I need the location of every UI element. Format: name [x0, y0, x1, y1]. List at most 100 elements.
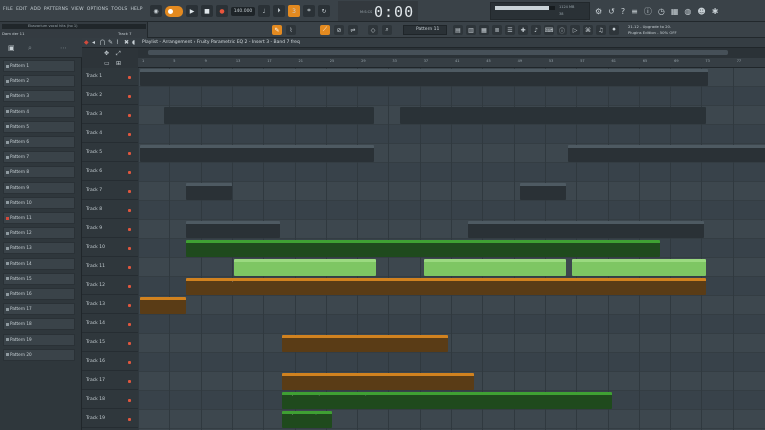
- pattern-list-item[interactable]: Pattern 2: [3, 75, 75, 88]
- wait-input-button[interactable]: ⏵: [273, 5, 285, 17]
- pattern-list-item[interactable]: Pattern 19: [3, 333, 75, 346]
- track-header[interactable]: Track 13: [82, 296, 138, 314]
- help-icon[interactable]: ?: [621, 7, 625, 16]
- settings-icon[interactable]: ✱: [712, 7, 719, 16]
- track-mute-led[interactable]: [128, 114, 131, 117]
- playlist-clip[interactable]: Pattern 6: [140, 145, 374, 162]
- playlist-clip[interactable]: Balance - Insert 3 - Volume: [282, 373, 474, 390]
- track-header[interactable]: Track 10: [82, 239, 138, 257]
- playlist-clip[interactable]: [164, 107, 374, 124]
- track-header[interactable]: Track 1: [82, 68, 138, 86]
- account-icon[interactable]: ☻: [697, 7, 705, 16]
- track-mute-led[interactable]: [128, 361, 131, 364]
- track-mute-led[interactable]: [128, 209, 131, 212]
- track-header[interactable]: Track 5: [82, 144, 138, 162]
- playlist-clip[interactable]: Pattern 12: [468, 221, 704, 238]
- scrollbar-thumb[interactable]: [148, 50, 728, 55]
- mic-button[interactable]: ⏺: [609, 25, 619, 35]
- track-header[interactable]: Track 14: [82, 315, 138, 333]
- project-info-button[interactable]: ⓘ: [557, 25, 567, 35]
- pattern-selector[interactable]: Pattern 11: [403, 25, 447, 35]
- track-mute-led[interactable]: [128, 304, 131, 307]
- info-icon[interactable]: ⓘ: [644, 6, 652, 17]
- snap-icon[interactable]: ▭: [104, 60, 110, 67]
- playlist-clip[interactable]: Pattern 11: [186, 183, 232, 200]
- playlist-clip[interactable]: [234, 259, 376, 276]
- zoom-icon[interactable]: ⤢: [116, 50, 121, 58]
- track-header[interactable]: Track 17: [82, 372, 138, 390]
- pattern-list-item[interactable]: Pattern 16: [3, 288, 75, 300]
- pattern-list-item[interactable]: Pattern 17: [3, 303, 75, 316]
- track-mute-led[interactable]: [128, 266, 131, 269]
- track-mute-led[interactable]: [128, 76, 131, 79]
- pattern-list-item[interactable]: Pattern 13: [3, 242, 75, 255]
- script-button[interactable]: ⌘: [583, 25, 593, 35]
- track-header[interactable]: Track 16: [82, 353, 138, 371]
- news-panel[interactable]: 21.12 - Upgrade to 20. Plugins Edition -…: [628, 24, 677, 36]
- cpu-memory-monitor[interactable]: 1124 MB 38: [490, 2, 590, 20]
- pattern-list-item[interactable]: Pattern 3: [3, 90, 75, 103]
- clock-icon[interactable]: ◷: [658, 7, 665, 16]
- track-mute-led[interactable]: [128, 190, 131, 193]
- track-mute-led[interactable]: [128, 152, 131, 155]
- zoom-tool-button[interactable]: ⌕: [382, 25, 392, 35]
- track-mute-led[interactable]: [128, 247, 131, 250]
- mixer-button[interactable]: ≣: [492, 25, 502, 35]
- pattern-list-item[interactable]: Pattern 8: [3, 166, 75, 179]
- track-mute-led[interactable]: [128, 171, 131, 174]
- track-header[interactable]: Track 11: [82, 258, 138, 276]
- master-volume-knob[interactable]: ◉: [150, 5, 162, 17]
- brush-tool-button[interactable]: ⌇: [286, 25, 296, 35]
- undo-icon[interactable]: ↺: [608, 7, 615, 16]
- track-header[interactable]: Track 2: [82, 87, 138, 105]
- track-mute-led[interactable]: [128, 399, 131, 402]
- playlist-clip[interactable]: Pattern 1: [140, 69, 708, 86]
- browser-options-icon[interactable]: ⋯: [60, 44, 67, 52]
- track-mute-led[interactable]: [128, 133, 131, 136]
- pattern-list-item[interactable]: Pattern 9: [3, 181, 75, 194]
- track-header[interactable]: Track 18: [82, 391, 138, 409]
- arrow-left-icon[interactable]: ◂: [92, 39, 95, 46]
- pencil-tool-button[interactable]: ✎: [272, 25, 282, 35]
- stop-button[interactable]: ■: [201, 5, 213, 17]
- playlist-clip[interactable]: [424, 259, 566, 276]
- menu-patterns[interactable]: PATTERNS: [44, 7, 68, 15]
- touch-keyboard-button[interactable]: ⌨: [544, 25, 554, 35]
- playlist-menu-icon[interactable]: ◆: [84, 39, 89, 46]
- cpu-icon[interactable]: ⚙: [595, 7, 602, 16]
- playlist-clip[interactable]: Fruity Re Ad 2 freq: [282, 411, 332, 428]
- mute-tool-button[interactable]: ⊘: [334, 25, 344, 35]
- pattern-list-item[interactable]: Pattern 6: [3, 136, 75, 148]
- playlist-clip[interactable]: Balance - Volume: [140, 297, 186, 314]
- track-header[interactable]: Track 8: [82, 201, 138, 219]
- arrangement-grid[interactable]: Pattern 1 Pattern 6 Pattern 6 Pattern 11 Pat…: [138, 68, 765, 430]
- pattern-list-item[interactable]: Pattern 7: [3, 151, 75, 164]
- playlist-clip[interactable]: Pattern 12: [186, 221, 280, 238]
- track-header[interactable]: Track 19: [82, 410, 138, 428]
- edison-button[interactable]: ♪: [531, 25, 541, 35]
- pattern-list-item[interactable]: Pattern 12: [3, 227, 75, 240]
- step-edit-button[interactable]: ⌗: [303, 5, 315, 17]
- pattern-list-item[interactable]: Pattern 5: [3, 120, 75, 133]
- pattern-song-toggle[interactable]: [165, 5, 183, 17]
- track-mute-led[interactable]: [128, 418, 131, 421]
- video-player-button[interactable]: ▷: [570, 25, 580, 35]
- move-icon[interactable]: ✥: [104, 50, 109, 57]
- menu-edit[interactable]: EDIT: [16, 7, 27, 15]
- loop-record-button[interactable]: ↻: [318, 5, 330, 17]
- paint-icon[interactable]: ⌇: [116, 39, 119, 46]
- pattern-list-item[interactable]: Pattern 11: [3, 212, 75, 224]
- store-icon[interactable]: ▦: [671, 7, 679, 16]
- tempo-display[interactable]: 140.000: [231, 6, 255, 16]
- menu-tools[interactable]: TOOLS: [111, 7, 127, 15]
- browser-home-icon[interactable]: ▣: [8, 44, 15, 52]
- track-header[interactable]: Track 3: [82, 106, 138, 124]
- channel-rack-button[interactable]: ▦: [479, 25, 489, 35]
- select-tool-button[interactable]: ◇: [368, 25, 378, 35]
- playlist-clip[interactable]: Balance - Insert 3 - Volume: [282, 335, 448, 352]
- play-button[interactable]: ▶: [186, 5, 198, 17]
- pencil-icon[interactable]: ✎: [108, 39, 113, 46]
- browser-button[interactable]: ☰: [505, 25, 515, 35]
- horizontal-scrollbar[interactable]: [138, 48, 765, 58]
- playlist-clip[interactable]: Fruity Parametric EQ 2 - Insert 12 - Ban…: [282, 392, 612, 409]
